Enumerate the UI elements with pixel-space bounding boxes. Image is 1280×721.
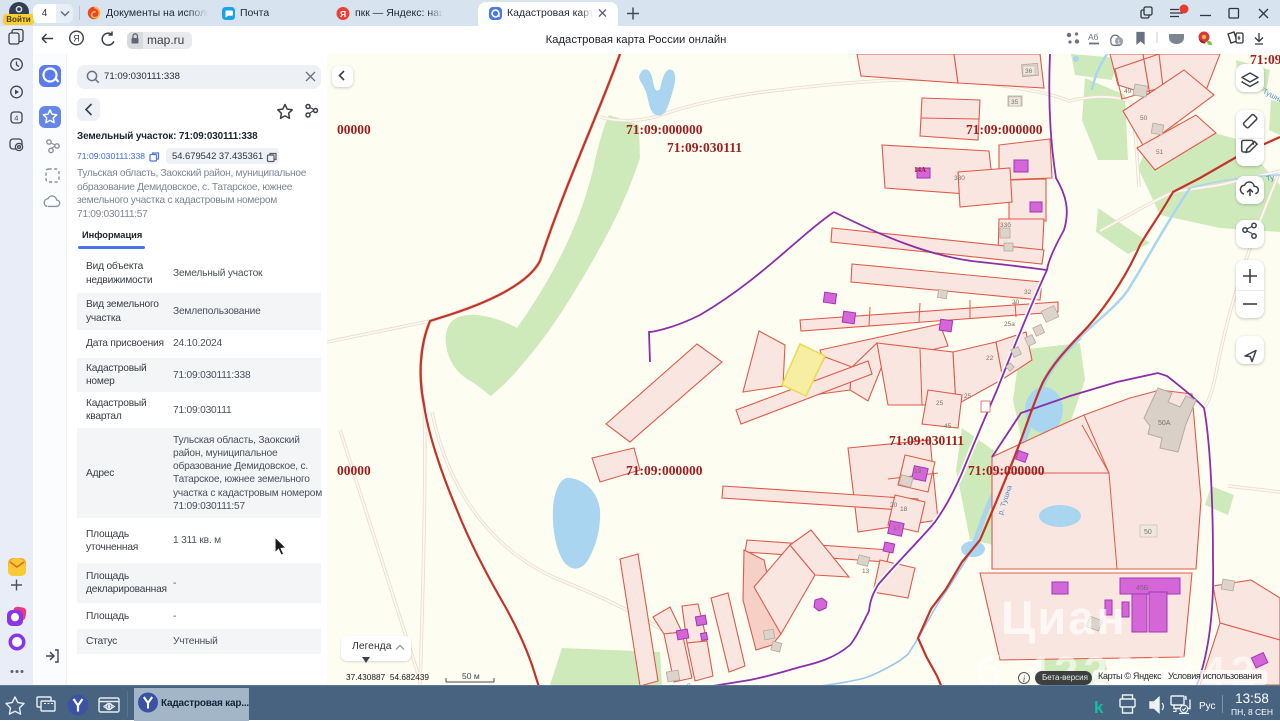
svg-text:50: 50	[1144, 529, 1152, 536]
svg-text:20: 20	[1012, 299, 1020, 306]
svg-text:32: 32	[1024, 289, 1032, 296]
svg-text:22: 22	[986, 355, 994, 362]
svg-text:45Б: 45Б	[1136, 585, 1149, 592]
svg-text:25а: 25а	[1004, 321, 1015, 328]
svg-text:71:09:000000: 71:09:000000	[626, 122, 703, 137]
svg-text:13: 13	[862, 568, 870, 575]
svg-text:33б: 33б	[1000, 221, 1011, 229]
svg-text:14А: 14А	[914, 166, 926, 174]
svg-text:49: 49	[1124, 88, 1132, 95]
svg-text:71:09:000000: 71:09:000000	[968, 463, 1045, 478]
svg-text:20: 20	[890, 502, 898, 509]
svg-text:50: 50	[1140, 115, 1148, 122]
svg-text:50А: 50А	[1158, 420, 1171, 427]
svg-text:25: 25	[936, 400, 944, 407]
svg-text:45: 45	[944, 423, 952, 430]
svg-text:71:09:030111: 71:09:030111	[667, 140, 742, 155]
svg-text:19: 19	[914, 468, 922, 475]
svg-text:71:09:030111: 71:09:030111	[889, 433, 964, 448]
svg-text:00000: 00000	[337, 463, 371, 478]
svg-text:17: 17	[893, 525, 901, 532]
svg-text:35: 35	[1011, 99, 1019, 106]
svg-text:51: 51	[1156, 149, 1164, 156]
svg-text:00000: 00000	[337, 122, 371, 137]
svg-text:330: 330	[954, 175, 965, 182]
svg-text:25: 25	[964, 393, 972, 400]
svg-text:36: 36	[1025, 68, 1033, 75]
svg-text:71:09:000000: 71:09:000000	[966, 122, 1043, 137]
svg-text:18: 18	[900, 506, 908, 513]
svg-text:71:09:000000: 71:09:000000	[626, 463, 703, 478]
